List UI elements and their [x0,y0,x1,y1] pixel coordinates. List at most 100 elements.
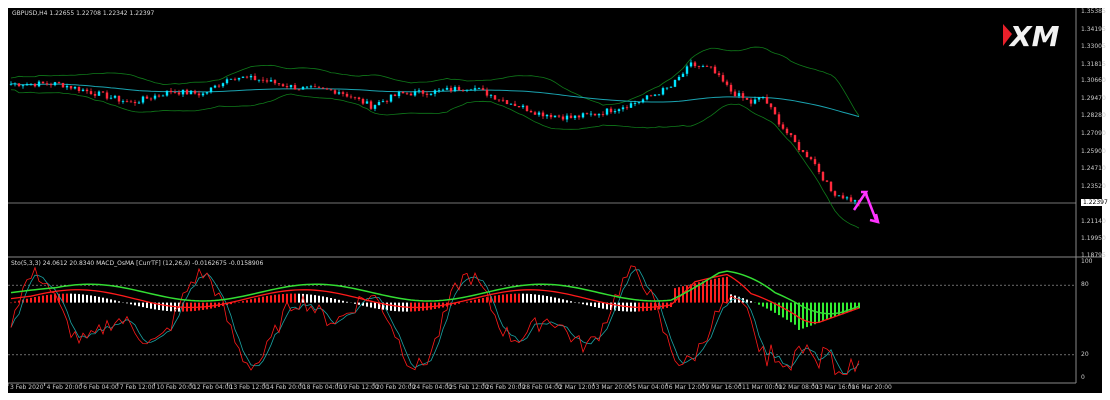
candle-body [253,75,257,81]
candle-body [381,101,385,103]
candle-body [785,128,789,134]
osma-bar [858,302,860,309]
candle-body [97,91,101,96]
candle-body [777,114,781,125]
osma-bar [262,296,264,303]
osma-bar [126,302,128,304]
price-tick-label: 1.21140 [1081,217,1106,225]
time-tick-label: 19 Feb 12:00 [339,384,379,391]
osma-bar [498,295,500,303]
time-tick-label: 28 Feb 04:00 [522,384,562,391]
osma-bar [118,301,120,303]
candle-body [673,79,677,87]
candle-body [161,95,165,97]
chart-symbol-header: GBPUSD,H4 1.22655 1.22708 1.22342 1.2239… [12,10,154,17]
price-chart[interactable]: GBPUSD,H4 1.22655 1.22708 1.22342 1.2239… [7,8,1110,393]
candle-body [717,73,721,76]
time-tick-label: 6 Mar 12:00 [668,384,706,391]
candle-body [653,94,657,96]
candle-body [737,93,741,97]
osma-bar [522,293,524,303]
osma-bar [502,294,504,303]
osma-bar [46,295,48,303]
time-tick-label: 4 Feb 20:00 [46,384,83,391]
osma-bar [546,296,548,303]
osma-bar [306,294,308,303]
osma-bar [150,302,152,309]
osma-bar [146,302,148,308]
indicator-header: Sto(5,3,3) 24.0612 20.8340 MACD_OsMA [Cu… [11,260,264,267]
price-tick-label: 1.28280 [1081,112,1106,120]
candle-body [165,90,169,96]
osma-bar [594,302,596,308]
stoch-tick-label: 20 [1081,350,1089,358]
candle-body [69,85,73,89]
time-tick-label: 12 Mar 08:00 [778,384,819,391]
osma-bar [170,302,172,312]
candle-body [189,90,193,95]
osma-bar [714,278,716,303]
stoch-main-line [10,265,860,376]
candle-body [133,101,137,104]
osma-bar [370,302,372,308]
candle-body [789,133,793,136]
candle-body [397,91,401,97]
osma-bar [278,294,280,303]
price-tick-label: 1.19950 [1081,235,1106,242]
candle-body [677,76,681,80]
chart-canvas[interactable] [7,8,1102,393]
candle-body [77,86,81,92]
candle-body [725,81,729,85]
candle-body [385,101,389,103]
candle-body [613,111,617,113]
candle-body [273,80,277,84]
osma-bar [622,302,624,312]
osma-bar [310,294,312,303]
osma-bar [518,293,520,303]
time-tick-label: 18 Feb 04:00 [302,384,343,391]
candle-body [369,101,373,109]
candle-body [261,79,265,81]
candle-body [105,92,109,99]
candle-body [617,109,621,112]
price-tick-label: 1.34195 [1081,25,1106,33]
osma-bar [806,302,808,328]
candle-body [425,93,429,95]
osma-bar [166,302,168,311]
candle-body [533,112,537,115]
candle-body [209,87,213,93]
osma-bar [366,302,368,307]
candle-body [481,88,485,90]
candle-body [537,112,541,115]
osma-bar [834,302,836,317]
osma-bar [74,293,76,303]
price-tick-label: 1.33005 [1081,43,1106,50]
price-tick-label: 1.27090 [1081,130,1106,137]
time-tick-label: 9 Mar 16:00 [705,384,742,391]
osma-bar [90,295,92,303]
time-tick-label: 10 Feb 20:00 [156,384,196,391]
candle-body [121,101,125,103]
candle-body [65,85,69,88]
candle-body [153,95,157,99]
candle-body [305,86,309,88]
osma-bar [30,297,32,303]
candle-body [473,88,477,90]
osma-bar [26,298,28,303]
osma-bar [294,293,296,303]
osma-bar [162,302,164,311]
osma-bar [82,294,84,303]
osma-bar [782,302,784,318]
candle-body [345,93,349,97]
candle-body [233,78,237,80]
candle-body [485,89,489,96]
svg-text:XM: XM [1008,20,1060,52]
candle-body [333,90,337,94]
candle-body [837,195,841,197]
candle-body [801,150,805,152]
candle-body [793,135,797,143]
osma-bar [266,295,268,303]
candle-body [93,93,97,96]
osma-bar [38,296,40,303]
osma-bar [390,302,392,311]
